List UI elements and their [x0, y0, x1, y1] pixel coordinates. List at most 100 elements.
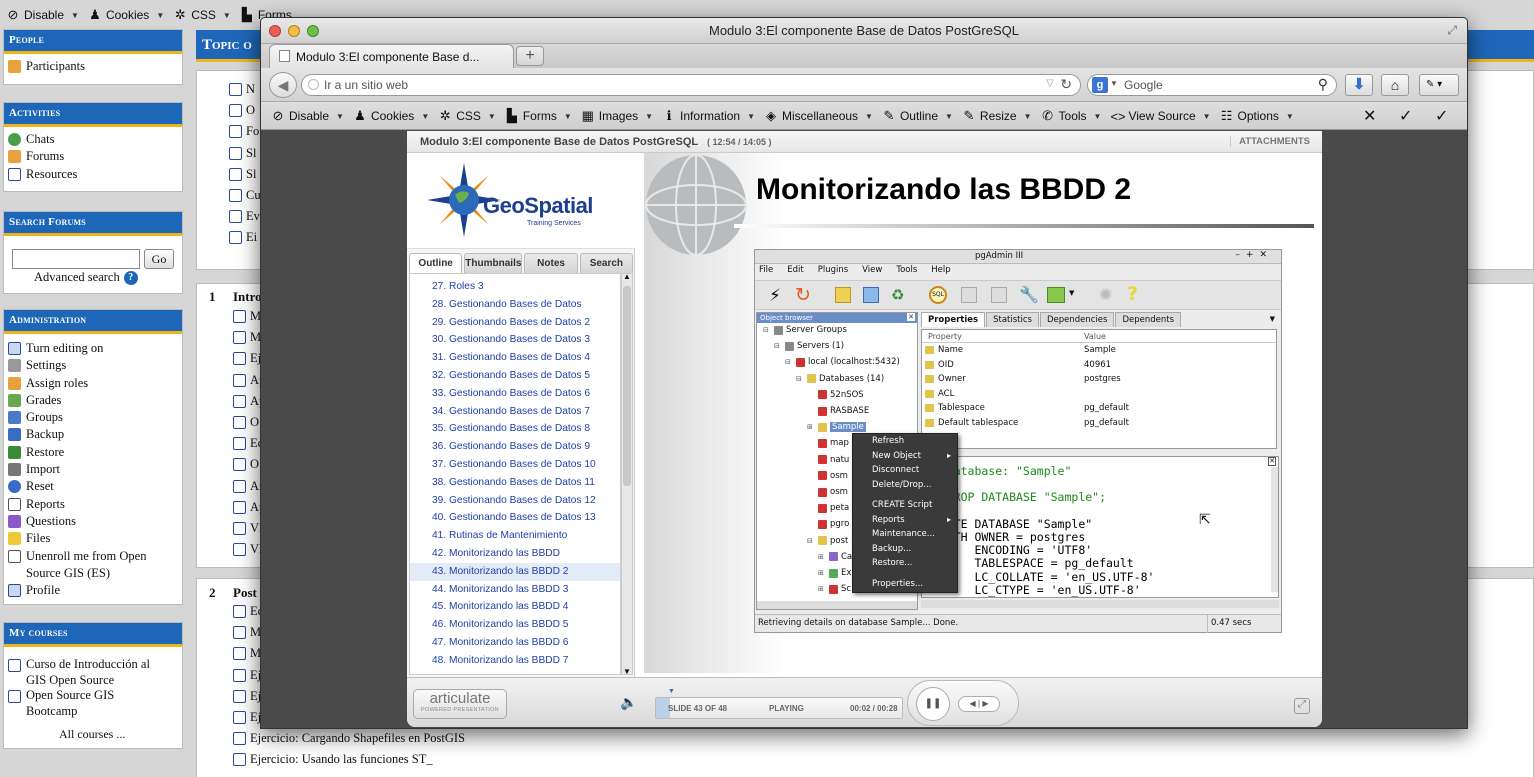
close-toolbar-icon[interactable]: ✕: [1363, 106, 1376, 126]
cookies-menu[interactable]: ♟ Cookies ▼: [353, 108, 429, 124]
tree-node[interactable]: ⊞ Ex: [818, 568, 851, 578]
assign-roles-link[interactable]: Assign roles: [8, 375, 178, 392]
context-menu-item[interactable]: Properties...: [853, 577, 957, 592]
tree-node[interactable]: ⊞ Sc: [818, 584, 851, 594]
topic-activity-link[interactable]: Ejercicio: Cargando Shapefiles en PostGI…: [233, 728, 465, 749]
outline-item[interactable]: 36. Gestionando Bases de Datos 9: [410, 438, 620, 456]
questions-link[interactable]: Questions: [8, 513, 178, 530]
turn-editing-on-link[interactable]: Turn editing on: [8, 340, 178, 357]
cookies-menu[interactable]: ♟ Cookies ▼: [88, 7, 164, 23]
dropdown-icon[interactable]: ▽: [1046, 78, 1054, 89]
tree-node[interactable]: ⊟ Servers (1): [774, 341, 844, 351]
settings-link[interactable]: Settings: [8, 357, 178, 374]
outline-item[interactable]: 35. Gestionando Bases de Datos 8: [410, 420, 620, 438]
pg-menu-file[interactable]: File: [759, 265, 773, 279]
outline-item[interactable]: 44. Monitorizando las BBDD 3: [410, 581, 620, 599]
property-row[interactable]: OID 40961: [922, 358, 1276, 373]
topic-activity-link[interactable]: O: [229, 100, 259, 121]
forms-menu[interactable]: ▙ Forms ▼: [505, 108, 572, 124]
context-menu-item[interactable]: Reports ▸: [853, 513, 957, 528]
disable-menu[interactable]: ⊘ Disable ▼: [271, 108, 344, 124]
tab-thumbnails[interactable]: Thumbnails: [464, 253, 523, 273]
outline-item[interactable]: 47. Monitorizando las BBDD 6: [410, 634, 620, 652]
outline-item[interactable]: 29. Gestionando Bases de Datos 2: [410, 314, 620, 332]
restore-link[interactable]: Restore: [8, 444, 178, 461]
participants-link[interactable]: Participants: [8, 58, 178, 75]
topic-activity-link[interactable]: Sl: [229, 164, 259, 185]
topic-activity-link[interactable]: Cu: [229, 185, 261, 206]
validate-css-icon[interactable]: ✓: [1399, 106, 1412, 126]
context-menu-item[interactable]: Refresh: [853, 434, 957, 449]
tree-node[interactable]: ⊟ post: [807, 536, 848, 546]
options-menu[interactable]: ☷ Options ▼: [1220, 108, 1294, 124]
search-bar[interactable]: g ▼ Google ⚲: [1087, 74, 1337, 96]
drop-icon[interactable]: ♻: [891, 286, 904, 304]
outline-item[interactable]: 30. Gestionando Bases de Datos 3: [410, 331, 620, 349]
grid-icon[interactable]: [961, 287, 977, 303]
topic-activity-link[interactable]: N: [229, 79, 259, 100]
forum-search-input[interactable]: [12, 249, 140, 269]
outline-item[interactable]: 41. Rutinas de Mantenimiento: [410, 527, 620, 545]
prop-tab-dependencies[interactable]: Dependencies: [1039, 312, 1115, 327]
browser-tab[interactable]: Modulo 3:El componente Base d...: [269, 44, 514, 68]
home-button[interactable]: ⌂: [1381, 74, 1409, 96]
disable-menu[interactable]: ⊘ Disable ▼: [6, 7, 79, 23]
wrench-icon[interactable]: 🔧: [1019, 285, 1039, 304]
property-row[interactable]: ACL: [922, 387, 1276, 402]
context-menu-item[interactable]: Delete/Drop...: [853, 478, 957, 493]
search-icon[interactable]: ⚲: [1318, 76, 1328, 93]
property-row[interactable]: Name Sample: [922, 343, 1276, 358]
tree-node[interactable]: 52nSOS: [807, 390, 864, 400]
topic-activity-link[interactable]: Sl: [229, 143, 259, 164]
extension-button[interactable]: ✎ ▾: [1419, 74, 1459, 96]
tab-notes[interactable]: Notes: [524, 253, 578, 273]
outline-item[interactable]: 31. Gestionando Bases de Datos 4: [410, 349, 620, 367]
prop-tab-dependents[interactable]: Dependents: [1115, 312, 1182, 327]
reports-link[interactable]: Reports: [8, 496, 178, 513]
context-menu-item[interactable]: Maintenance...: [853, 527, 957, 542]
tree-node[interactable]: pgro: [807, 519, 849, 529]
plugin-icon[interactable]: [1047, 287, 1065, 303]
context-menu-item[interactable]: Disconnect: [853, 463, 957, 478]
context-menu-item[interactable]: Backup...: [853, 542, 957, 557]
connect-icon[interactable]: ⚡: [769, 286, 781, 306]
create-icon[interactable]: [863, 287, 879, 303]
tree-node[interactable]: ⊟ Databases (14): [796, 374, 884, 384]
context-menu-item[interactable]: CREATE Script: [853, 498, 957, 513]
url-bar[interactable]: Ir a un sitio web ▽ ↻: [301, 74, 1081, 96]
tree-node[interactable]: osm: [807, 471, 848, 481]
context-menu-item[interactable]: New Object ▸: [853, 449, 957, 464]
tab-outline[interactable]: Outline: [409, 253, 463, 273]
pause-button[interactable]: ❚❚: [916, 687, 950, 721]
sql-icon[interactable]: SQL: [929, 286, 947, 304]
pg-menu-help[interactable]: Help: [931, 265, 950, 279]
prop-tab-statistics[interactable]: Statistics: [986, 312, 1039, 327]
tools-menu[interactable]: ✆ Tools ▼: [1041, 108, 1101, 124]
grades-link[interactable]: Grades: [8, 392, 178, 409]
outline-item[interactable]: 39. Gestionando Bases de Datos 12: [410, 492, 620, 510]
sql-pane-close-icon[interactable]: ✕: [1268, 457, 1276, 466]
pg-menu-view[interactable]: View: [862, 265, 882, 279]
view-source-menu[interactable]: <> View Source ▼: [1110, 109, 1210, 124]
tree-node[interactable]: ⊞ Sample: [807, 422, 866, 433]
files-link[interactable]: Files: [8, 530, 178, 547]
topic-activity-link[interactable]: Ev: [229, 206, 260, 227]
miscellaneous-menu[interactable]: ◈ Miscellaneous ▼: [764, 108, 873, 124]
tree-node[interactable]: ⊞ Ca: [818, 552, 852, 562]
pg-menu-plugins[interactable]: Plugins: [818, 265, 848, 279]
attachments-button[interactable]: ATTACHMENTS: [1230, 136, 1310, 147]
topic-activity-link[interactable]: Fo: [229, 121, 259, 142]
new-tab-button[interactable]: +: [516, 46, 544, 66]
forum-search-go-button[interactable]: Go: [144, 249, 174, 269]
progress-bar[interactable]: SLIDE 43 OF 48 PLAYING 00:02 / 00:28: [655, 697, 903, 719]
prev-next-buttons[interactable]: ◀❘▶: [958, 696, 1000, 712]
fullscreen-player-icon[interactable]: ⤢: [1294, 698, 1310, 714]
outline-item[interactable]: 34. Gestionando Bases de Datos 7: [410, 403, 620, 421]
help-icon[interactable]: ?: [1127, 283, 1138, 305]
outline-item[interactable]: 43. Monitorizando las BBDD 2: [410, 562, 620, 581]
groups-link[interactable]: Groups: [8, 409, 178, 426]
profile-link[interactable]: Profile: [8, 582, 178, 599]
tree-node[interactable]: RASBASE: [807, 406, 869, 416]
reset-link[interactable]: Reset: [8, 478, 178, 495]
images-menu[interactable]: ▦ Images ▼: [581, 108, 653, 124]
